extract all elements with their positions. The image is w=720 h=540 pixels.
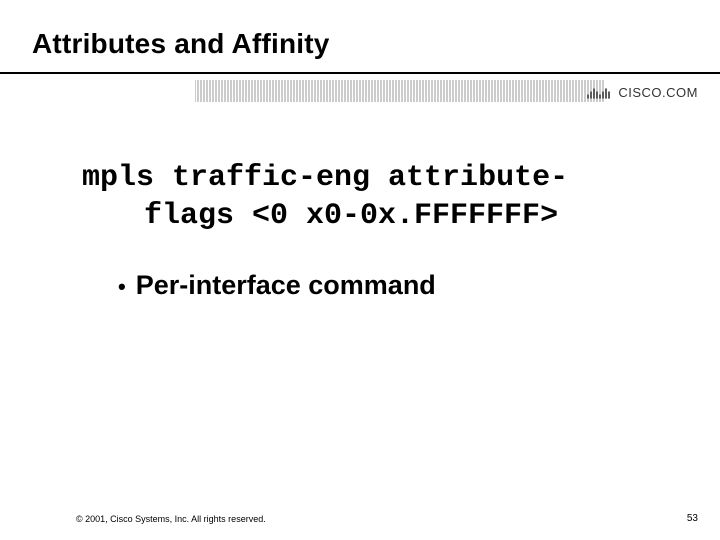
logo-text: CISCO.COM [618, 85, 698, 100]
decorative-comb [195, 80, 605, 102]
slide-title: Attributes and Affinity [32, 28, 330, 60]
slide: Attributes and Affinity CISCO.COM mpls t… [0, 0, 720, 540]
bullet-list: • Per-interface command [118, 270, 660, 301]
bullet-icon: • [118, 276, 126, 298]
command-line-1: mpls traffic-eng attribute- [82, 161, 568, 195]
cisco-logo: CISCO.COM [586, 82, 698, 102]
cisco-bridge-icon [586, 83, 612, 101]
title-underline [0, 72, 720, 74]
command-block: mpls traffic-eng attribute- flags <0 x0-… [82, 160, 660, 235]
footer-copyright: © 2001, Cisco Systems, Inc. All rights r… [76, 514, 266, 524]
comb-icon [195, 80, 605, 102]
page-number: 53 [687, 513, 698, 524]
command-line-2: flags <0 x0-0x.FFFFFFF> [82, 198, 660, 236]
bullet-text: Per-interface command [136, 270, 436, 301]
list-item: • Per-interface command [118, 270, 660, 301]
